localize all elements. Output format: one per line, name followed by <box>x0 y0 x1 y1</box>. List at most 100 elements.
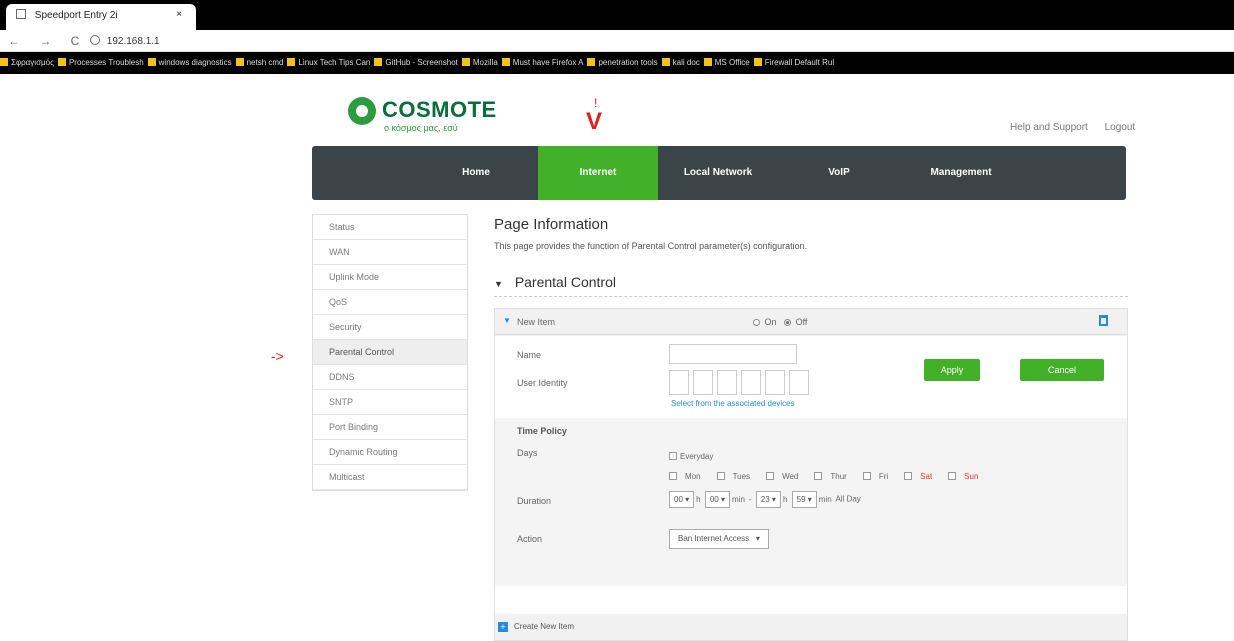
name-label: Name <box>517 350 542 360</box>
create-new-item[interactable]: + Create New Item <box>498 622 574 632</box>
trash-icon[interactable] <box>1099 315 1108 326</box>
action-select[interactable]: Ban Internet Access ▾ <box>669 529 769 549</box>
create-label: Create New Item <box>514 622 575 631</box>
collapse-triangle-icon: ▼ <box>494 279 503 289</box>
sidebar-item-security[interactable]: Security <box>313 315 467 340</box>
user-identity-field-1[interactable] <box>669 370 689 395</box>
range-separator: - <box>748 494 752 504</box>
bookmark-item[interactable]: Linux Tech Tips Can <box>287 58 370 67</box>
user-identity-field-3[interactable] <box>717 370 737 395</box>
apply-button[interactable]: Apply <box>924 359 980 381</box>
end-min-select[interactable]: 59 ▾ <box>791 491 817 508</box>
day-checkbox[interactable] <box>948 472 957 480</box>
on-off-toggle: On Off <box>753 317 807 327</box>
info-icon[interactable] <box>90 35 100 45</box>
screenshot-root: Speedport Entry 2i × ← → C 192.168.1.1 Σ… <box>0 0 1234 641</box>
panel-header: ▼ New Item On Off <box>495 309 1127 335</box>
select-devices-link[interactable]: Select from the associated devices <box>671 399 795 408</box>
bookmark-label: Σφραγισμός <box>11 58 54 67</box>
day-checkbox[interactable] <box>766 472 775 480</box>
url-field[interactable]: 192.168.1.1 <box>90 35 160 47</box>
sidebar-item-ddns[interactable]: DDNS <box>313 365 467 390</box>
folder-icon <box>587 58 596 66</box>
day-option-sat[interactable]: Sat <box>904 472 940 481</box>
everyday-option[interactable]: Everyday <box>669 452 713 461</box>
bookmark-item[interactable]: Processes Troublesh <box>57 58 144 67</box>
browser-tab[interactable]: Speedport Entry 2i × <box>6 4 196 30</box>
day-option-wed[interactable]: Wed <box>766 472 806 481</box>
new-item-title: New Item <box>517 317 556 327</box>
hour-unit: h <box>696 494 701 504</box>
expand-triangle-icon[interactable]: ▼ <box>503 316 511 325</box>
page-icon <box>16 9 26 19</box>
sidebar-item-port-binding[interactable]: Port Binding <box>313 415 467 440</box>
name-input[interactable] <box>669 344 797 364</box>
navigation-buttons[interactable]: ← → C <box>8 34 87 48</box>
bookmark-label: windows diagnostics <box>158 58 232 67</box>
day-option-tues[interactable]: Tues <box>716 472 759 481</box>
day-option-thur[interactable]: Thur <box>814 472 854 481</box>
sidebar-item-uplink-mode[interactable]: Uplink Mode <box>313 265 467 290</box>
cancel-button[interactable]: Cancel <box>1020 359 1104 381</box>
page-description: This page provides the function of Paren… <box>494 241 808 251</box>
user-identity-field-6[interactable] <box>789 370 809 395</box>
bookmark-item[interactable]: Firewall Default Rul <box>753 58 834 67</box>
address-bar: ← → C 192.168.1.1 <box>0 30 1234 52</box>
off-label: Off <box>795 317 808 327</box>
nav-voip[interactable]: VoIP <box>778 146 900 200</box>
url-text: 192.168.1.1 <box>106 36 160 47</box>
sidebar-item-dynamic-routing[interactable]: Dynamic Routing <box>313 440 467 465</box>
day-label: Sat <box>920 472 933 481</box>
bookmark-item[interactable]: GitHub - Screenshot <box>374 58 458 67</box>
day-checkbox[interactable] <box>669 472 677 480</box>
on-radio[interactable] <box>753 319 760 326</box>
bookmark-item[interactable]: Σφραγισμός <box>0 58 54 67</box>
end-hour-select[interactable]: 23 ▾ <box>755 491 781 508</box>
day-checkbox[interactable] <box>862 472 871 480</box>
day-option-mon[interactable]: Mon <box>669 472 709 481</box>
day-option-sun[interactable]: Sun <box>948 472 986 481</box>
sidebar-item-status[interactable]: Status <box>313 215 467 240</box>
bookmark-item[interactable]: Mozilla <box>461 58 498 67</box>
bookmark-item[interactable]: Must have Firefox A <box>501 58 583 67</box>
bookmark-item[interactable]: penetration tools <box>587 58 658 67</box>
bookmark-item[interactable]: kali doc <box>661 58 700 67</box>
user-identity-field-4[interactable] <box>741 370 761 395</box>
folder-icon <box>374 58 383 66</box>
bookmark-item[interactable]: MS Office <box>703 58 750 67</box>
sidebar-item-multicast[interactable]: Multicast <box>313 465 467 490</box>
sidebar-item-wan[interactable]: WAN <box>313 240 467 265</box>
day-checkbox[interactable] <box>814 472 823 480</box>
help-link[interactable]: Help and Support <box>1010 122 1088 133</box>
user-identity-field-2[interactable] <box>693 370 713 395</box>
everyday-checkbox[interactable] <box>669 452 677 460</box>
day-label: Mon <box>685 472 701 481</box>
bookmark-label: netsh cmd <box>246 58 284 67</box>
user-identity-field-5[interactable] <box>765 370 785 395</box>
nav-internet[interactable]: Internet <box>538 146 658 200</box>
section-title[interactable]: ▼ Parental Control <box>494 274 616 290</box>
bookmark-item[interactable]: windows diagnostics <box>147 58 232 67</box>
close-icon[interactable]: × <box>176 9 182 20</box>
folder-icon <box>703 58 712 66</box>
day-checkbox[interactable] <box>716 472 725 480</box>
logout-link[interactable]: Logout <box>1105 122 1136 133</box>
start-hour-select[interactable]: 00 ▾ <box>669 491 695 508</box>
sidebar-item-sntp[interactable]: SNTP <box>313 390 467 415</box>
off-radio[interactable] <box>784 319 792 326</box>
day-option-fri[interactable]: Fri <box>862 472 896 481</box>
bookmark-item[interactable]: netsh cmd <box>235 58 284 67</box>
folder-icon <box>661 58 670 66</box>
nav-home[interactable]: Home <box>427 146 525 200</box>
all-day-link[interactable]: All Day <box>835 495 860 504</box>
day-checkbox[interactable] <box>904 472 913 480</box>
start-min-select[interactable]: 00 ▾ <box>704 491 730 508</box>
folder-icon <box>57 58 66 66</box>
sidebar-item-qos[interactable]: QoS <box>313 290 467 315</box>
sidebar-item-parental-control[interactable]: Parental Control <box>313 340 467 365</box>
nav-local-network[interactable]: Local Network <box>658 146 778 200</box>
nav-management[interactable]: Management <box>900 146 1022 200</box>
tab-title: Speedport Entry 2i <box>34 10 118 21</box>
folder-icon <box>235 58 244 66</box>
bookmark-label: MS Office <box>714 58 750 67</box>
